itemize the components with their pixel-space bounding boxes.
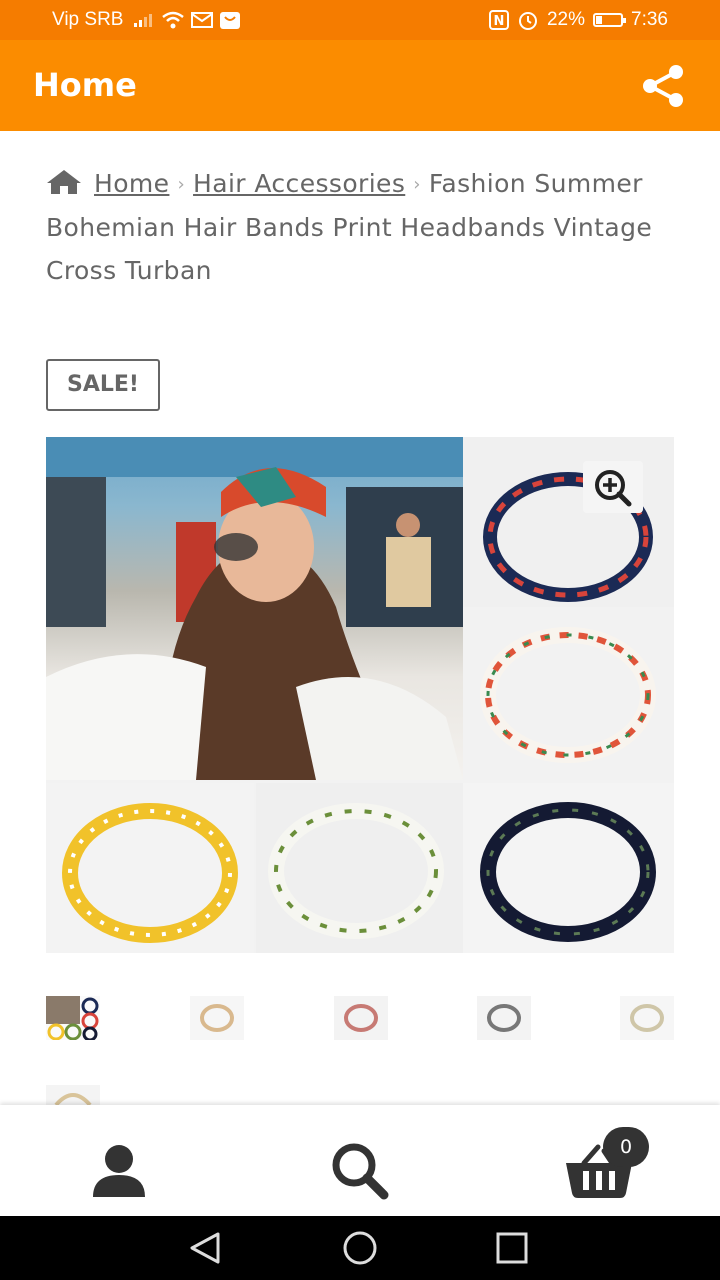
mail-icon bbox=[191, 12, 214, 28]
recents-icon[interactable] bbox=[492, 1230, 532, 1266]
breadcrumb-link-home[interactable]: Home bbox=[94, 169, 169, 198]
signal-icon bbox=[134, 14, 153, 27]
thumbnail[interactable] bbox=[46, 1085, 100, 1105]
home-icon[interactable] bbox=[46, 169, 82, 195]
share-icon[interactable] bbox=[640, 64, 688, 108]
battery-percent: 22% bbox=[546, 9, 586, 30]
account-icon[interactable] bbox=[84, 1141, 154, 1201]
breadcrumb-separator-icon: › bbox=[177, 174, 186, 195]
breadcrumb: Home › Hair Accessories › Fashion Summer Boh… bbox=[46, 162, 666, 292]
system-nav-bar bbox=[0, 1216, 720, 1280]
search-icon[interactable] bbox=[324, 1141, 394, 1201]
page-title: Home bbox=[33, 66, 137, 104]
status-bar: Vip SRB N 22% 7:36 bbox=[0, 0, 720, 40]
breadcrumb-separator-icon: › bbox=[413, 174, 421, 195]
wifi-icon bbox=[162, 11, 185, 29]
zoom-in-icon[interactable] bbox=[583, 461, 643, 513]
nfc-icon: N bbox=[488, 10, 509, 30]
headband-photos-bottom bbox=[46, 783, 463, 953]
thumbnail[interactable] bbox=[620, 996, 674, 1040]
carrier-label: Vip SRB bbox=[52, 9, 124, 30]
product-image[interactable] bbox=[46, 437, 674, 953]
home-circle-icon[interactable] bbox=[340, 1230, 380, 1266]
alarm-icon bbox=[518, 12, 537, 30]
thumbnail[interactable] bbox=[334, 996, 388, 1040]
battery-icon bbox=[593, 13, 627, 27]
breadcrumb-link-hair-accessories[interactable]: Hair Accessories bbox=[193, 169, 405, 198]
back-icon[interactable] bbox=[186, 1230, 226, 1266]
svg-text:N: N bbox=[494, 14, 505, 29]
sale-badge: SALE! bbox=[46, 359, 160, 411]
clock: 7:36 bbox=[631, 9, 668, 30]
shopping-notification-icon bbox=[220, 12, 241, 29]
thumbnail[interactable] bbox=[477, 996, 531, 1040]
thumbnail-strip bbox=[46, 996, 674, 1040]
thumbnail[interactable] bbox=[46, 996, 100, 1040]
headband-photos bbox=[463, 437, 674, 953]
cart-count-badge: 0 bbox=[603, 1127, 649, 1167]
app-bar: Home bbox=[0, 40, 720, 131]
model-photo bbox=[46, 437, 463, 780]
thumbnail[interactable] bbox=[190, 996, 244, 1040]
